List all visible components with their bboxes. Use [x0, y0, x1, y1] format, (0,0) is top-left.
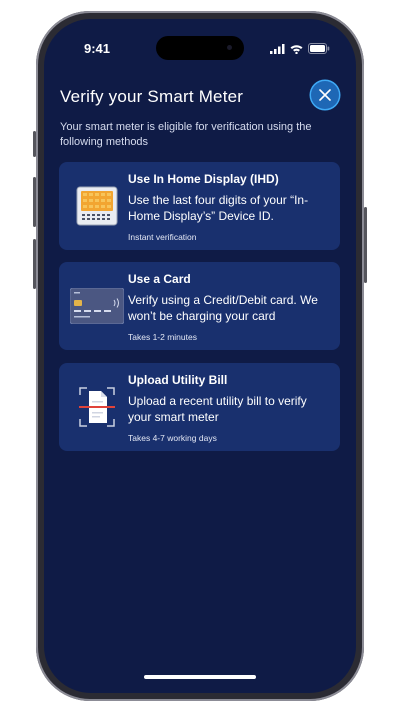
method-card-utility-bill[interactable]: Upload Utility Bill Upload a recent util…: [59, 363, 340, 451]
page-subtitle: Your smart meter is eligible for verific…: [60, 121, 312, 148]
battery-icon: [308, 43, 330, 54]
volume-up-button: [33, 177, 36, 227]
method-title: Upload Utility Bill: [128, 373, 228, 387]
method-card-ihd[interactable]: Use In Home Display (IHD) Use the last f…: [59, 162, 340, 250]
power-button: [364, 207, 367, 283]
method-title: Use a Card: [128, 272, 191, 286]
volume-down-button: [33, 239, 36, 289]
method-card-card[interactable]: Use a Card Verify using a Credit/Debit c…: [59, 262, 340, 350]
home-indicator[interactable]: [144, 675, 256, 679]
dynamic-island: [156, 36, 244, 60]
method-description: Use the last four digits of your “In-Hom…: [128, 193, 309, 223]
credit-card-icon: [69, 282, 124, 330]
camera-dot: [227, 45, 232, 50]
close-icon: [319, 89, 331, 101]
screen: 9:41 Verify your Smart Meter Your smart …: [44, 19, 356, 693]
status-time: 9:41: [84, 41, 111, 56]
status-icons: [270, 43, 330, 54]
method-description: Verify using a Credit/Debit card. We won…: [128, 293, 318, 323]
signal-icon: [270, 43, 285, 54]
phone-frame: 9:41 Verify your Smart Meter Your smart …: [33, 11, 367, 701]
method-duration: Takes 1-2 minutes: [128, 332, 197, 342]
method-duration: Instant verification: [128, 232, 197, 242]
in-home-display-icon: [69, 182, 124, 230]
document-scan-icon: [69, 383, 124, 431]
method-duration: Takes 4-7 working days: [128, 433, 217, 443]
page-title: Verify your Smart Meter: [60, 87, 244, 106]
close-button[interactable]: [311, 81, 339, 109]
method-description: Upload a recent utility bill to verify y…: [128, 394, 307, 424]
wifi-icon: [290, 44, 303, 54]
action-button: [33, 131, 36, 157]
method-title: Use In Home Display (IHD): [128, 172, 279, 186]
